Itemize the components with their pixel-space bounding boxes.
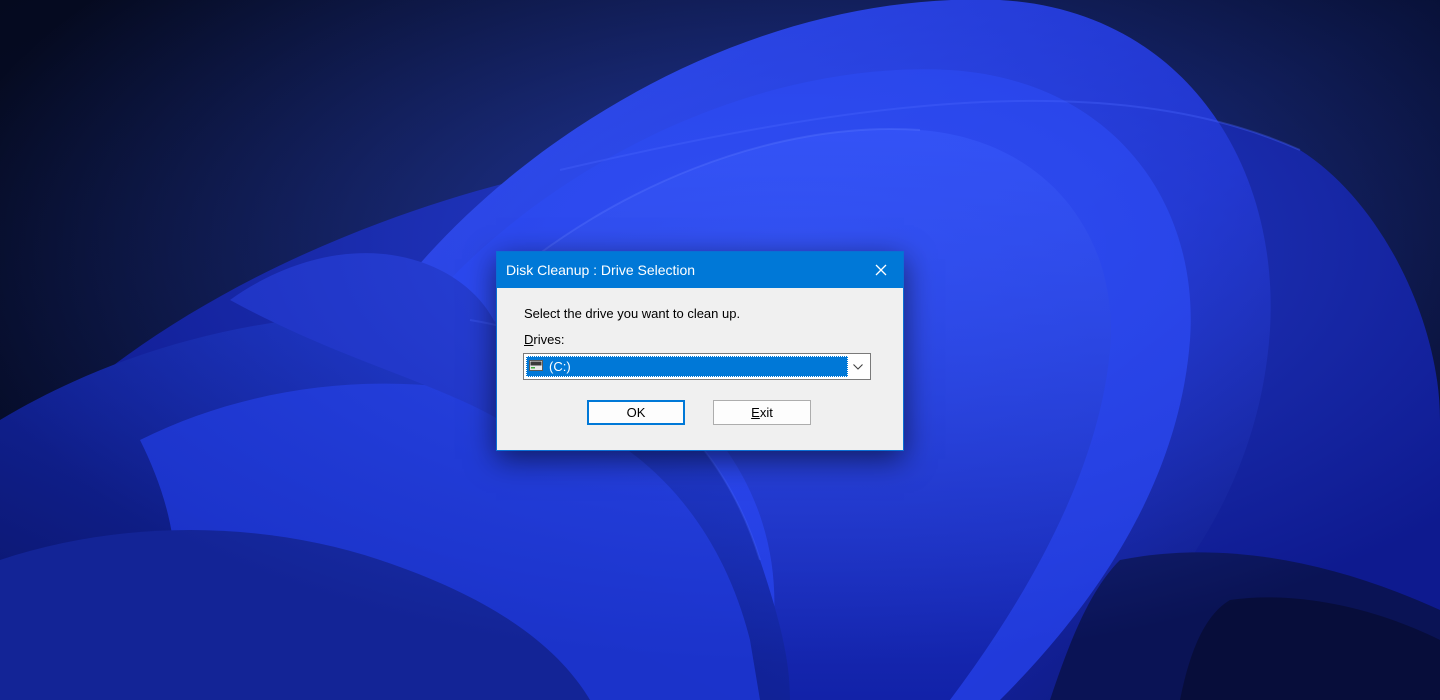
drives-label-accelerator: D <box>524 332 534 347</box>
exit-button[interactable]: Exit <box>713 400 811 425</box>
dropdown-button[interactable] <box>848 356 868 377</box>
dialog-titlebar[interactable]: Disk Cleanup : Drive Selection <box>497 252 903 288</box>
exit-label-rest: xit <box>759 405 773 420</box>
close-button[interactable] <box>859 252 903 288</box>
instruction-text: Select the drive you want to clean up. <box>524 306 741 321</box>
selected-drive-value: (C:) <box>549 359 571 374</box>
dialog-title: Disk Cleanup : Drive Selection <box>506 262 696 278</box>
exit-accelerator: E <box>751 405 760 420</box>
selected-drive-item[interactable]: (C:) <box>526 356 848 377</box>
close-icon <box>875 264 887 276</box>
drives-label: Drives: <box>524 332 564 347</box>
drives-combobox[interactable]: (C:) <box>523 353 871 380</box>
ok-button[interactable]: OK <box>587 400 685 425</box>
disk-cleanup-dialog: Disk Cleanup : Drive Selection Select th… <box>496 251 904 451</box>
hard-drive-icon <box>529 360 543 371</box>
desktop: Disk Cleanup : Drive Selection Select th… <box>0 0 1440 700</box>
chevron-down-icon <box>853 363 863 370</box>
drives-label-rest: rives: <box>533 332 565 347</box>
